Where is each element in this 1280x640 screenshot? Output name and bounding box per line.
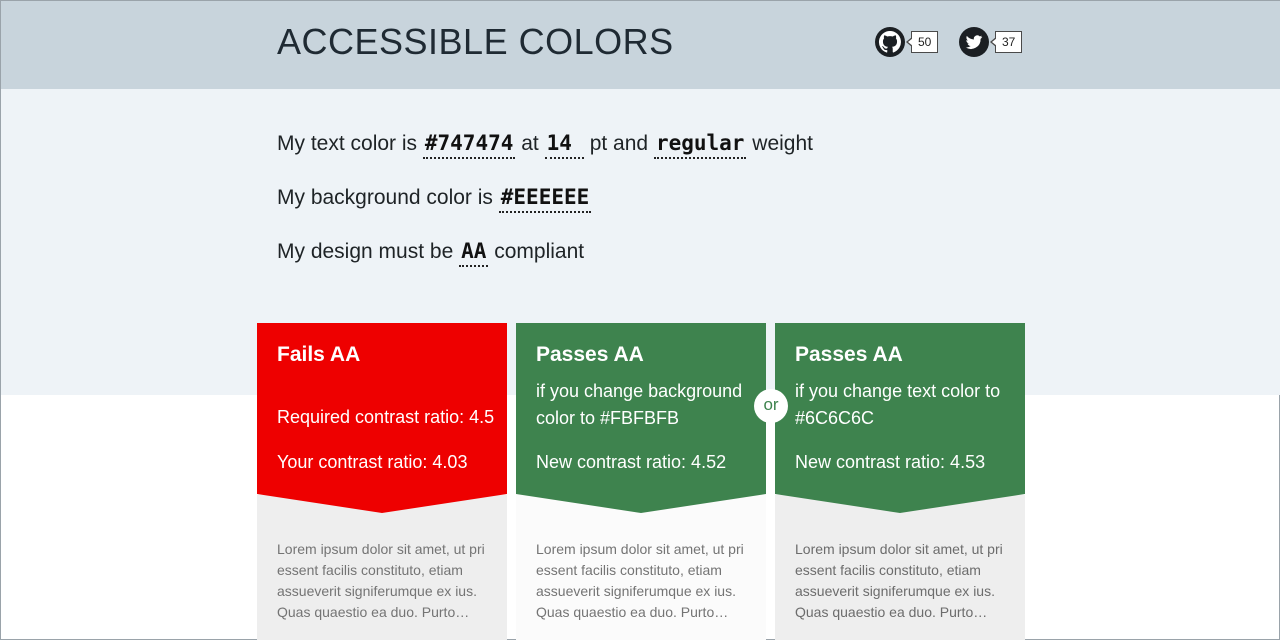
twitter-count: 37 bbox=[989, 31, 1023, 53]
background-suggestion: if you change background color to #FBFBF… bbox=[536, 381, 743, 428]
text-color-label: My text color is bbox=[277, 132, 423, 155]
new-ratio-text: New contrast ratio: 4.53 bbox=[795, 452, 986, 472]
pass-background-card-sample: Lorem ipsum dolor sit amet, ut pri essen… bbox=[516, 495, 766, 640]
pass-text-card-header: Passes AA if you change text color to #6… bbox=[775, 323, 1025, 513]
text-color-sentence: My text color is #747474 at 14 pt and re… bbox=[277, 131, 813, 159]
fail-card-header: Fails AA Required contrast ratio: 4.5 Yo… bbox=[257, 323, 507, 513]
text-color-input[interactable]: #747474 bbox=[422, 131, 516, 159]
compliance-label: My design must be bbox=[277, 240, 460, 263]
fail-card: Fails AA Required contrast ratio: 4.5 Yo… bbox=[257, 323, 507, 640]
font-weight-select[interactable]: regular bbox=[653, 131, 747, 159]
or-divider: or bbox=[754, 389, 788, 423]
github-count: 50 bbox=[905, 31, 939, 53]
pass-background-card: Passes AA if you change background color… bbox=[516, 323, 766, 640]
compliant-label: compliant bbox=[488, 240, 585, 263]
pass-background-card-header: Passes AA if you change background color… bbox=[516, 323, 766, 513]
header: ACCESSIBLE COLORS 50 37 bbox=[1, 1, 1280, 89]
font-size-input[interactable]: 14 bbox=[544, 131, 584, 159]
current-ratio: Your contrast ratio: 4.03 bbox=[277, 452, 468, 472]
fail-card-title: Fails AA bbox=[277, 343, 361, 366]
github-icon[interactable] bbox=[875, 27, 905, 57]
at-label: at bbox=[515, 132, 545, 155]
twitter-icon[interactable] bbox=[959, 27, 989, 57]
background-color-input[interactable]: #EEEEEE bbox=[498, 185, 592, 213]
pass-text-card-sample: Lorem ipsum dolor sit amet, ut pri essen… bbox=[775, 495, 1025, 640]
pass-background-card-title: Passes AA bbox=[536, 343, 644, 366]
pt-and-label: pt and bbox=[583, 132, 654, 155]
weight-label: weight bbox=[746, 132, 813, 155]
pass-text-card-title: Passes AA bbox=[795, 343, 903, 366]
pass-text-card: Passes AA if you change text color to #6… bbox=[775, 323, 1025, 640]
github-star-widget[interactable]: 50 bbox=[875, 27, 939, 57]
background-color-sentence: My background color is #EEEEEE bbox=[277, 185, 592, 213]
fail-card-sample: Lorem ipsum dolor sit amet, ut pri essen… bbox=[257, 495, 507, 640]
text-color-suggestion: if you change text color to #6C6C6C bbox=[795, 381, 1001, 428]
twitter-share-widget[interactable]: 37 bbox=[959, 27, 1023, 57]
compliance-sentence: My design must be AA compliant bbox=[277, 239, 585, 267]
page-title: ACCESSIBLE COLORS bbox=[277, 21, 674, 62]
compliance-level-select[interactable]: AA bbox=[459, 239, 489, 267]
new-ratio-background: New contrast ratio: 4.52 bbox=[536, 452, 727, 472]
required-ratio: Required contrast ratio: 4.5 bbox=[277, 407, 495, 427]
background-color-label: My background color is bbox=[277, 186, 499, 209]
